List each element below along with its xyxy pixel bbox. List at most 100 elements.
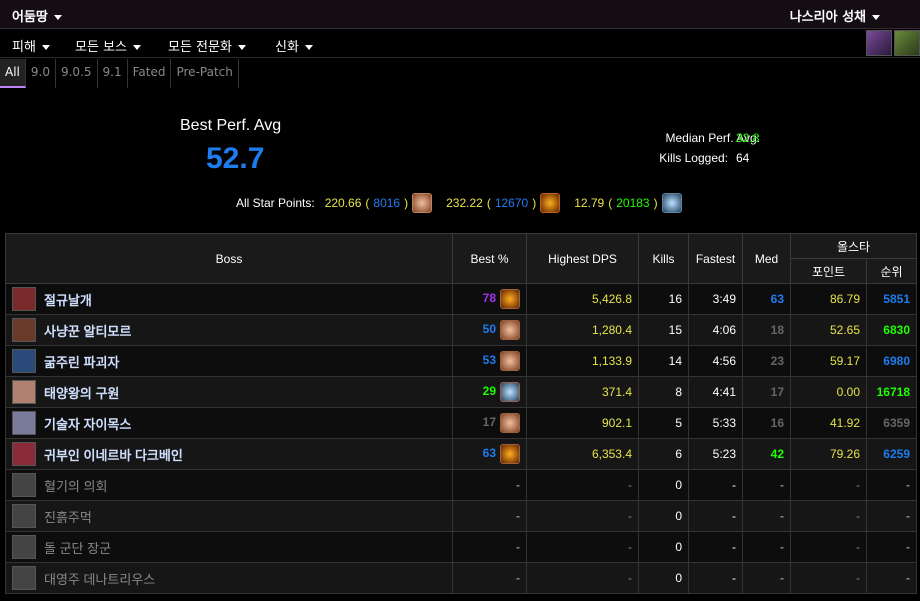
boss-name[interactable]: 혈기의 의회 bbox=[44, 476, 107, 495]
boss-cell[interactable]: 진흙주먹 bbox=[5, 500, 453, 532]
highest-dps: 371.4 bbox=[526, 376, 639, 408]
boss-cell[interactable]: 혈기의 의회 bbox=[5, 469, 453, 501]
boss-name[interactable]: 기술자 자이목스 bbox=[44, 414, 131, 433]
table-row[interactable]: 태양왕의 구원 29 371.4 8 4:41 17 0.00 16718 bbox=[5, 376, 917, 408]
table-row[interactable]: 대영주 데나트리우스 - -0- - - - bbox=[5, 562, 917, 594]
top-nav-bar: 어둠땅 나스리아 성채 bbox=[0, 0, 920, 29]
best-percent: - bbox=[516, 540, 520, 554]
tab-9-1[interactable]: 9.1 bbox=[98, 59, 128, 88]
raid-label: 나스리아 성채 bbox=[789, 10, 866, 25]
chevron-down-icon bbox=[304, 45, 313, 50]
chevron-down-icon bbox=[132, 45, 141, 50]
boss-name[interactable]: 돌 군단 장군 bbox=[44, 538, 111, 557]
allstar-rank: 6359 bbox=[866, 407, 917, 439]
col-points[interactable]: 포인트 bbox=[790, 258, 867, 284]
allstar-rank-1: 8016 bbox=[373, 196, 401, 210]
tab-9-0[interactable]: 9.0 bbox=[26, 59, 56, 88]
boss-cell[interactable]: 절규날개 bbox=[5, 283, 453, 315]
col-rank[interactable]: 순위 bbox=[866, 258, 917, 284]
median-percent: - bbox=[742, 562, 791, 594]
spec-dropdown[interactable]: 모든 전문화 bbox=[168, 36, 246, 55]
boss-cell[interactable]: 대영주 데나트리우스 bbox=[5, 562, 453, 594]
allstar-points-1: 220.66 bbox=[324, 196, 362, 210]
allstar-rank: 6830 bbox=[866, 314, 917, 346]
table-row[interactable]: 돌 군단 장군 - -0- - - - bbox=[5, 531, 917, 563]
kills-count: 6 bbox=[638, 438, 689, 470]
allstar-points: - bbox=[790, 531, 867, 563]
boss-name[interactable]: 대영주 데나트리우스 bbox=[44, 569, 155, 588]
col-fastest[interactable]: Fastest bbox=[688, 233, 743, 284]
boss-portrait-icon bbox=[12, 380, 36, 404]
allstar-rank: - bbox=[866, 562, 917, 594]
spec-icon bbox=[500, 382, 520, 402]
table-row[interactable]: 절규날개 78 5,426.8 16 3:49 63 86.79 5851 bbox=[5, 283, 917, 315]
best-perf-label: Best Perf. Avg bbox=[180, 117, 282, 134]
best-cell: - bbox=[452, 531, 527, 563]
table-row[interactable]: 혈기의 의회 - -0- - - - bbox=[5, 469, 917, 501]
table-row[interactable]: 진흙주먹 - -0- - - - bbox=[5, 500, 917, 532]
boss-cell[interactable]: 귀부인 이네르바 다크베인 bbox=[5, 438, 453, 470]
col-allstar: 올스타 bbox=[790, 233, 917, 259]
allstar-points-row: All Star Points: 220.66 (8016) 232.22 (1… bbox=[236, 193, 692, 213]
key-icon[interactable] bbox=[894, 30, 920, 56]
best-cell: 78 bbox=[452, 283, 527, 315]
col-best[interactable]: Best % bbox=[452, 233, 527, 284]
boss-name[interactable]: 귀부인 이네르바 다크베인 bbox=[44, 445, 183, 464]
table-row[interactable]: 기술자 자이목스 17 902.1 5 5:33 16 41.92 6359 bbox=[5, 407, 917, 439]
table-row[interactable]: 굶주린 파괴자 53 1,133.9 14 4:56 23 59.17 6980 bbox=[5, 345, 917, 377]
raid-group-icon[interactable] bbox=[866, 30, 892, 56]
col-boss[interactable]: Boss bbox=[5, 233, 453, 284]
median-percent: 23 bbox=[742, 345, 791, 377]
table-row[interactable]: 사냥꾼 알티모르 50 1,280.4 15 4:06 18 52.65 6830 bbox=[5, 314, 917, 346]
fastest-time: 4:06 bbox=[688, 314, 743, 346]
col-med[interactable]: Med bbox=[742, 233, 791, 284]
allstar-rank: - bbox=[866, 500, 917, 532]
boss-name[interactable]: 굶주린 파괴자 bbox=[44, 352, 119, 371]
expansion-select[interactable]: 어둠땅 bbox=[12, 6, 62, 25]
table-row[interactable]: 귀부인 이네르바 다크베인 63 6,353.4 6 5:23 42 79.26 6259 bbox=[5, 438, 917, 470]
boss-dropdown[interactable]: 모든 보스 bbox=[75, 36, 141, 55]
boss-cell[interactable]: 돌 군단 장군 bbox=[5, 531, 453, 563]
boss-cell[interactable]: 기술자 자이목스 bbox=[5, 407, 453, 439]
tab-9-0-5[interactable]: 9.0.5 bbox=[56, 59, 98, 88]
allstar-points: - bbox=[790, 469, 867, 501]
col-dps[interactable]: Highest DPS bbox=[526, 233, 639, 284]
highest-dps: 1,280.4 bbox=[526, 314, 639, 346]
tab-pre-patch[interactable]: Pre-Patch bbox=[171, 59, 239, 88]
spec-holy-icon bbox=[412, 193, 433, 213]
boss-name[interactable]: 사냥꾼 알티모르 bbox=[44, 321, 131, 340]
boss-cell[interactable]: 태양왕의 구원 bbox=[5, 376, 453, 408]
metric-dropdown[interactable]: 피해 bbox=[12, 36, 50, 55]
boss-cell[interactable]: 굶주린 파괴자 bbox=[5, 345, 453, 377]
header-icons bbox=[866, 30, 920, 56]
highest-dps: 1,133.9 bbox=[526, 345, 639, 377]
median-percent: - bbox=[742, 531, 791, 563]
best-cell: 17 bbox=[452, 407, 527, 439]
raid-select[interactable]: 나스리아 성채 bbox=[790, 6, 880, 25]
boss-name[interactable]: 진흙주먹 bbox=[44, 507, 92, 526]
boss-portrait-icon bbox=[12, 566, 36, 590]
kills-count: 0 bbox=[638, 500, 689, 532]
tab-all[interactable]: All bbox=[0, 59, 26, 88]
median-percent: - bbox=[742, 469, 791, 501]
boss-cell[interactable]: 사냥꾼 알티모르 bbox=[5, 314, 453, 346]
kills-logged-label: Kills Logged: bbox=[659, 151, 728, 165]
kills-count: 14 bbox=[638, 345, 689, 377]
boss-name[interactable]: 태양왕의 구원 bbox=[44, 383, 119, 402]
boss-name[interactable]: 절규날개 bbox=[44, 290, 92, 309]
best-cell: - bbox=[452, 562, 527, 594]
difficulty-dropdown[interactable]: 신화 bbox=[275, 36, 313, 55]
best-cell: 63 bbox=[452, 438, 527, 470]
allstar-rank: 5851 bbox=[866, 283, 917, 315]
tab-fated[interactable]: Fated bbox=[128, 59, 172, 88]
allstar-points: 59.17 bbox=[790, 345, 867, 377]
best-percent: - bbox=[516, 478, 520, 492]
best-percent: 78 bbox=[482, 291, 496, 306]
allstar-label: All Star Points: bbox=[236, 196, 315, 210]
col-kills[interactable]: Kills bbox=[638, 233, 689, 284]
allstar-points: 0.00 bbox=[790, 376, 867, 408]
best-percent: 17 bbox=[482, 415, 496, 430]
best-cell: - bbox=[452, 500, 527, 532]
spec-icon bbox=[500, 289, 520, 309]
kills-count: 0 bbox=[638, 531, 689, 563]
